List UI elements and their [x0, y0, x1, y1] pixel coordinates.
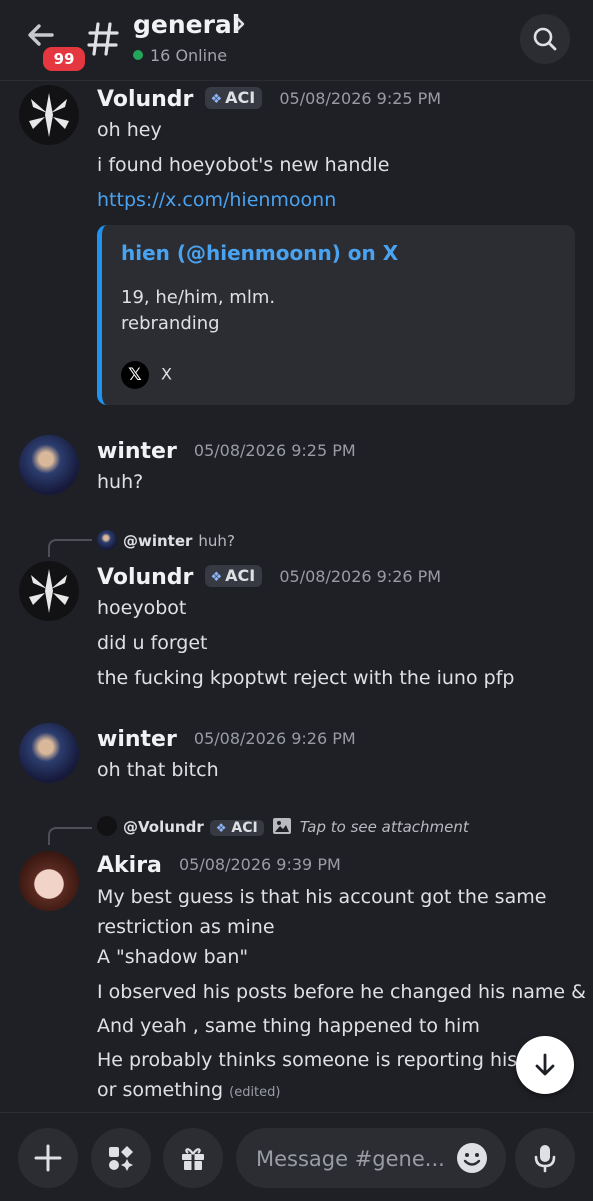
message-link[interactable]: https://x.com/hienmoonn	[97, 189, 336, 211]
chevron-right-icon[interactable]	[232, 14, 246, 34]
link-embed[interactable]: hien (@hienmoonn) on X 19, he/him, mlm. …	[97, 225, 575, 405]
avatar[interactable]	[19, 85, 79, 145]
voice-button[interactable]	[515, 1128, 575, 1188]
message-text: And yeah , same thing happened to him	[97, 1015, 480, 1037]
reply-connector	[48, 539, 92, 557]
unread-badge: 99	[40, 44, 88, 74]
message-text: huh?	[97, 471, 144, 493]
add-button[interactable]	[18, 1128, 78, 1188]
username[interactable]: Akira	[97, 853, 162, 878]
reply-preview[interactable]: @winter huh?	[97, 530, 235, 550]
timestamp: 05/08/2026 9:26 PM	[193, 729, 356, 748]
apps-icon	[109, 1146, 133, 1171]
message-text-last: or something (edited)	[97, 1079, 280, 1101]
timestamp: 05/08/2026 9:26 PM	[279, 567, 442, 586]
avatar[interactable]	[19, 561, 79, 621]
embed-footer: 𝕏X	[121, 361, 172, 389]
message-text: A "shadow ban"	[97, 946, 249, 968]
message-text: oh that bitch	[97, 759, 219, 781]
channel-header: 99 general 16 Online	[0, 0, 593, 81]
embed-title[interactable]: hien (@hienmoonn) on X	[121, 241, 398, 265]
message-input-wrapper[interactable]	[236, 1128, 506, 1188]
tag-label: ACI	[225, 88, 256, 107]
message-text: restriction as mine	[97, 916, 275, 938]
embed-footer-text: X	[161, 364, 172, 384]
reply-author: @winter	[123, 532, 193, 550]
tag-diamond-icon: ❖	[210, 92, 223, 107]
online-status-dot	[133, 50, 143, 60]
reply-avatar	[97, 816, 117, 836]
attachment-hint: Tap to see attachment	[299, 818, 469, 836]
tag-label: ACI	[225, 566, 256, 585]
arrow-down-icon	[535, 1053, 555, 1076]
username[interactable]: Volundr	[97, 565, 193, 590]
message-text: He probably thinks someone is reporting …	[97, 1049, 546, 1071]
message-text: oh hey	[97, 119, 162, 141]
emblem-avatar-image	[29, 569, 69, 613]
online-text: 16 Online	[150, 46, 228, 65]
reply-tag-label: ACI	[231, 820, 258, 836]
message-text: hoeyobot	[97, 597, 187, 619]
plus-icon	[34, 1144, 62, 1172]
username[interactable]: Volundr	[97, 87, 193, 112]
gift-icon	[182, 1148, 204, 1170]
image-icon	[272, 818, 291, 834]
message-text: I observed his posts before he changed h…	[97, 981, 593, 1003]
message-text: did u forget	[97, 632, 208, 654]
x-logo-icon: 𝕏	[121, 361, 149, 389]
embed-description: 19, he/him, mlm. rebranding	[121, 287, 276, 334]
timestamp: 05/08/2026 9:39 PM	[179, 855, 341, 874]
timestamp: 05/08/2026 9:25 PM	[193, 441, 356, 460]
gift-button[interactable]	[163, 1128, 223, 1188]
reply-author: @Volundr	[123, 818, 204, 836]
avatar[interactable]	[19, 851, 79, 911]
message-input[interactable]	[254, 1142, 448, 1176]
edited-label: (edited)	[229, 1085, 281, 1100]
avatar[interactable]	[19, 435, 79, 495]
microphone-icon	[534, 1145, 556, 1173]
server-tag[interactable]: ❖ ACI	[204, 87, 263, 109]
timestamp: 05/08/2026 9:25 PM	[279, 89, 442, 108]
reply-connector	[48, 827, 92, 845]
emblem-avatar-image	[29, 93, 69, 137]
jump-to-present-button[interactable]	[516, 1036, 574, 1094]
search-button[interactable]	[520, 14, 570, 64]
reply-text: huh?	[198, 532, 235, 550]
channel-title[interactable]: general	[133, 10, 240, 39]
apps-button[interactable]	[91, 1128, 151, 1188]
hash-icon	[87, 22, 119, 56]
reply-avatar	[97, 530, 117, 550]
message-text: i found hoeyobot's new handle	[97, 154, 390, 176]
message-text: My best guess is that his account got th…	[97, 886, 547, 908]
message-text: the fucking kpoptwt reject with the iuno…	[97, 667, 515, 689]
search-icon	[533, 27, 557, 51]
username[interactable]: winter	[97, 727, 177, 752]
server-tag[interactable]: ❖ ACI	[204, 565, 263, 587]
avatar[interactable]	[19, 723, 79, 783]
message-list[interactable]: Volundr ❖ ACI 05/08/2026 9:25 PM oh hey i…	[0, 81, 593, 1111]
reply-server-tag: ❖ ACI	[209, 820, 264, 836]
reply-preview[interactable]: @Volundr ❖ ACI Tap to see attachment	[97, 816, 469, 836]
online-count: 16 Online	[133, 46, 227, 65]
emoji-icon[interactable]	[456, 1142, 488, 1174]
tag-diamond-icon: ❖	[210, 570, 223, 585]
message-composer	[0, 1112, 593, 1201]
message-text: or something	[97, 1079, 224, 1101]
username[interactable]: winter	[97, 439, 177, 464]
